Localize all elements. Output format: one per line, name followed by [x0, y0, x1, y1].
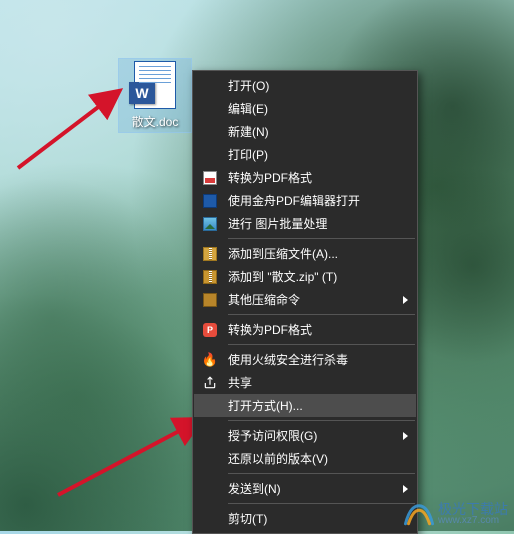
context-menu: 打开(O) 编辑(E) 新建(N) 打印(P) 转换为PDF格式 使用金舟PDF…	[192, 70, 418, 534]
menu-restore-previous[interactable]: 还原以前的版本(V)	[194, 447, 416, 470]
menu-add-archive[interactable]: 添加到压缩文件(A)...	[194, 242, 416, 265]
menu-label: 编辑(E)	[228, 100, 268, 117]
menu-send-to[interactable]: 发送到(N)	[194, 477, 416, 500]
menu-separator	[228, 314, 415, 315]
menu-label: 其他压缩命令	[228, 291, 300, 308]
watermark-site-name: 极光下载站	[438, 502, 508, 516]
menu-separator	[228, 503, 415, 504]
menu-label: 新建(N)	[228, 123, 269, 140]
menu-jinzhou-pdf[interactable]: 使用金舟PDF编辑器打开	[194, 189, 416, 212]
menu-separator	[228, 420, 415, 421]
menu-huorong-scan[interactable]: 🔥 使用火绒安全进行杀毒	[194, 348, 416, 371]
desktop-file-label: 散文.doc	[132, 113, 179, 130]
menu-open-with[interactable]: 打开方式(H)...	[194, 394, 416, 417]
pdf-editor-icon	[202, 193, 218, 209]
menu-edit[interactable]: 编辑(E)	[194, 97, 416, 120]
menu-new[interactable]: 新建(N)	[194, 120, 416, 143]
watermark: 极光下载站 www.xz7.com	[404, 501, 508, 527]
pdf-icon	[202, 170, 218, 186]
menu-print[interactable]: 打印(P)	[194, 143, 416, 166]
word-doc-icon: W	[134, 61, 176, 109]
menu-other-compress[interactable]: 其他压缩命令	[194, 288, 416, 311]
menu-label: 转换为PDF格式	[228, 321, 312, 338]
menu-label: 打开方式(H)...	[228, 397, 303, 414]
menu-separator	[228, 473, 415, 474]
menu-label: 添加到 "散文.zip" (T)	[228, 268, 337, 285]
menu-label: 打开(O)	[228, 77, 269, 94]
menu-separator	[228, 344, 415, 345]
menu-separator	[228, 238, 415, 239]
submenu-arrow-icon	[403, 432, 408, 440]
menu-share[interactable]: 共享	[194, 371, 416, 394]
watermark-site-url: www.xz7.com	[438, 516, 508, 526]
compress-icon	[202, 292, 218, 308]
word-w-badge: W	[129, 82, 155, 104]
desktop-file[interactable]: W 散文.doc	[118, 58, 192, 133]
menu-cut[interactable]: 剪切(T)	[194, 507, 416, 530]
menu-convert-pdf-2[interactable]: P 转换为PDF格式	[194, 318, 416, 341]
pdf-red-icon: P	[202, 322, 218, 338]
menu-label: 还原以前的版本(V)	[228, 450, 328, 467]
menu-label: 打印(P)	[228, 146, 268, 163]
image-icon	[202, 216, 218, 232]
menu-label: 发送到(N)	[228, 480, 281, 497]
archive-icon	[202, 246, 218, 262]
menu-label: 转换为PDF格式	[228, 169, 312, 186]
menu-label: 共享	[228, 374, 252, 391]
menu-label: 使用金舟PDF编辑器打开	[228, 192, 360, 209]
share-icon	[202, 375, 218, 391]
menu-label: 授予访问权限(G)	[228, 427, 317, 444]
menu-label: 使用火绒安全进行杀毒	[228, 351, 348, 368]
menu-label: 剪切(T)	[228, 510, 267, 527]
flame-icon: 🔥	[202, 352, 218, 368]
watermark-logo-icon	[404, 501, 434, 527]
menu-label: 进行 图片批量处理	[228, 215, 327, 232]
submenu-arrow-icon	[403, 485, 408, 493]
menu-batch-image[interactable]: 进行 图片批量处理	[194, 212, 416, 235]
menu-grant-access[interactable]: 授予访问权限(G)	[194, 424, 416, 447]
menu-convert-pdf[interactable]: 转换为PDF格式	[194, 166, 416, 189]
zip-icon	[202, 269, 218, 285]
menu-open[interactable]: 打开(O)	[194, 74, 416, 97]
submenu-arrow-icon	[403, 296, 408, 304]
menu-add-zip[interactable]: 添加到 "散文.zip" (T)	[194, 265, 416, 288]
menu-label: 添加到压缩文件(A)...	[228, 245, 338, 262]
